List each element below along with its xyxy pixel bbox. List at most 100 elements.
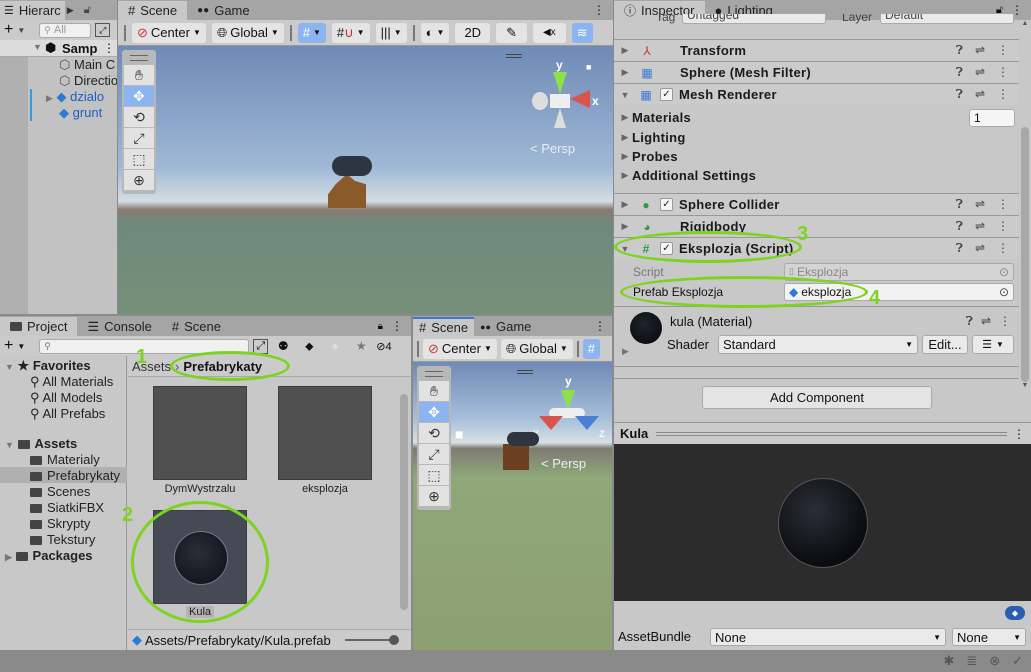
maximize-icon[interactable]: ⤢: [95, 23, 111, 37]
space-dropdown[interactable]: 🌐︎ Global ▼: [211, 22, 284, 43]
shading-mode[interactable]: ◐ ▼: [420, 22, 450, 43]
expand-icon[interactable]: ▶: [67, 5, 74, 16]
asset-thumb[interactable]: [278, 386, 372, 480]
folder-item[interactable]: Skrypty: [30, 516, 90, 531]
chevron-down-icon[interactable]: ▼: [17, 342, 25, 351]
expand-arrow-icon[interactable]: ▶: [618, 221, 632, 232]
audio-toggle[interactable]: ◀x: [532, 22, 566, 43]
preset-icon[interactable]: ⇌: [975, 219, 985, 234]
more-icon[interactable]: ⋮: [997, 219, 1009, 234]
lighting-toggle[interactable]: ✎: [496, 22, 527, 43]
expand-arrow-icon[interactable]: ▶: [618, 199, 632, 210]
shader-dropdown[interactable]: Standard ▼: [718, 335, 918, 354]
asset-label[interactable]: DymWystrzalu: [145, 483, 255, 495]
tab-scene[interactable]: # Scene: [118, 1, 188, 20]
lock-icon[interactable]: 🔓︎: [84, 4, 91, 17]
additional-settings-foldout[interactable]: ▶ Additional Settings: [614, 166, 1031, 185]
assetbundle-variant-dropdown[interactable]: None ▼: [952, 628, 1026, 646]
preview-viewport[interactable]: [614, 444, 1031, 601]
more-icon[interactable]: ⋮: [997, 65, 1009, 80]
tab-game[interactable]: ●● Game: [187, 1, 260, 20]
more-icon[interactable]: ⋮: [997, 43, 1009, 58]
help-icon[interactable]: ❓︎: [956, 87, 963, 102]
scene-viewport[interactable]: ✋︎ ✥ ⟲ ⤢ ⬚ ⊕ y x z < Persp ■: [413, 362, 612, 650]
folder-item-selected[interactable]: Prefabrykaty: [30, 468, 120, 483]
more-icon[interactable]: ⋮: [103, 41, 115, 55]
rect-tool[interactable]: ⬚: [419, 465, 449, 485]
tab-hierarchy[interactable]: ☰ Hierarc: [0, 1, 65, 20]
more-icon[interactable]: ⋮: [1013, 427, 1025, 441]
hand-tool[interactable]: ✋︎: [124, 65, 154, 85]
tab-game[interactable]: ●● Game: [474, 317, 537, 336]
assets-folder[interactable]: ▼ Assets: [5, 436, 77, 451]
inspector-scrollbar[interactable]: ▲ ▼: [1019, 20, 1031, 420]
folder-item[interactable]: Materialy: [30, 452, 100, 467]
component-mesh-filter[interactable]: ▶ ▦ Sphere (Mesh Filter) ❓︎ ⇌ ⋮: [614, 61, 1019, 83]
expand-arrow-icon[interactable]: ▶: [46, 93, 53, 103]
move-tool[interactable]: ✥: [419, 402, 449, 422]
lighting-foldout[interactable]: ▶ Lighting: [614, 128, 1031, 147]
rect-tool[interactable]: ⬚: [124, 149, 154, 169]
filter-label-icon[interactable]: ⬥: [298, 339, 320, 354]
help-icon[interactable]: ❓︎: [956, 241, 963, 256]
favorite-item[interactable]: ⚲ All Models: [30, 390, 102, 406]
hierarchy-item[interactable]: ⬡ Directio: [59, 73, 117, 89]
asset-thumb[interactable]: [153, 386, 247, 480]
snap-toggle[interactable]: #∪ ▼: [331, 22, 370, 43]
orientation-gizmo[interactable]: y x ■: [528, 58, 599, 138]
materials-count-field[interactable]: 1: [969, 108, 1015, 127]
maximize-icon[interactable]: ⤢: [253, 338, 269, 354]
help-icon[interactable]: ❓︎: [956, 219, 963, 234]
hidden-packages-icon[interactable]: ⊘4: [376, 340, 391, 353]
2d-toggle[interactable]: 2D: [455, 22, 491, 43]
folder-item[interactable]: SiatkiFBX: [30, 500, 104, 515]
rotate-tool[interactable]: ⟲: [419, 423, 449, 443]
label-tag-icon[interactable]: ⬥: [1005, 606, 1025, 620]
help-icon[interactable]: ❓︎: [956, 43, 963, 58]
auto-generate-lighting-icon[interactable]: ⊗: [989, 653, 1000, 669]
rotate-tool[interactable]: ⟲: [124, 107, 154, 127]
transform-tool[interactable]: ⊕: [419, 486, 449, 506]
debug-bug-icon[interactable]: ✱: [943, 653, 954, 669]
help-icon[interactable]: ❓︎: [956, 65, 963, 80]
more-icon[interactable]: ⋮: [594, 319, 606, 333]
probes-foldout[interactable]: ▶ Probes: [614, 147, 1031, 166]
projection-toggle[interactable]: < Persp: [541, 456, 586, 471]
increment-snap[interactable]: ||| ▼: [375, 22, 407, 43]
orientation-gizmo[interactable]: y x z: [533, 374, 605, 454]
component-sphere-collider[interactable]: ▶ ● ✓ Sphere Collider ❓︎ ⇌ ⋮: [614, 193, 1019, 215]
hierarchy-item-prefab[interactable]: ◆ grunt: [59, 105, 102, 121]
layer-dropdown[interactable]: Default: [880, 14, 1014, 24]
more-icon[interactable]: ⋮: [997, 241, 1009, 256]
overlay-grip[interactable]: [506, 54, 522, 58]
help-icon[interactable]: ❓︎: [956, 197, 963, 212]
lock-icon[interactable]: 🔒︎: [378, 321, 383, 332]
expand-arrow-icon[interactable]: ▶: [622, 346, 629, 357]
tab-console[interactable]: ☰ Console: [77, 317, 161, 336]
add-icon[interactable]: +: [4, 337, 13, 355]
hierarchy-item[interactable]: ⬡ Main C: [59, 57, 115, 73]
enabled-checkbox[interactable]: ✓: [660, 198, 673, 211]
check-circle-icon[interactable]: ✓: [1012, 653, 1023, 669]
shader-edit-button[interactable]: Edit...: [922, 335, 968, 354]
scene-viewport[interactable]: ✋︎ ✥ ⟲ ⤢ ⬚ ⊕ y x ■ < Persp: [118, 46, 613, 314]
pivot-dropdown[interactable]: ⊘ Center ▼: [423, 338, 497, 359]
scrollbar[interactable]: [398, 378, 410, 628]
scene-row[interactable]: ▼ ⬢ Samp ⋮: [0, 40, 117, 57]
more-icon[interactable]: ⋮: [593, 3, 605, 17]
favorites-header[interactable]: ▼ ★ Favorites: [5, 358, 91, 374]
grid-toggle[interactable]: # ▼: [297, 22, 326, 43]
filter-type-icon[interactable]: ⚉: [272, 339, 294, 353]
add-icon[interactable]: +: [4, 21, 13, 39]
preset-icon[interactable]: ⇌: [975, 87, 985, 102]
favorite-star-icon[interactable]: ★: [350, 339, 372, 353]
favorite-item[interactable]: ⚲ All Materials: [30, 374, 113, 390]
overlay-grip[interactable]: [517, 370, 533, 374]
cache-server-icon[interactable]: ≣: [966, 653, 977, 669]
materials-foldout[interactable]: ▶ Materials 1: [614, 108, 1019, 127]
help-icon[interactable]: ❓︎: [966, 314, 973, 329]
tab-project[interactable]: Project: [0, 317, 78, 336]
grid-toggle[interactable]: #: [582, 338, 600, 359]
hierarchy-search-input[interactable]: ⚲ All: [39, 22, 92, 38]
object-picker-icon[interactable]: ⊙: [999, 265, 1009, 279]
